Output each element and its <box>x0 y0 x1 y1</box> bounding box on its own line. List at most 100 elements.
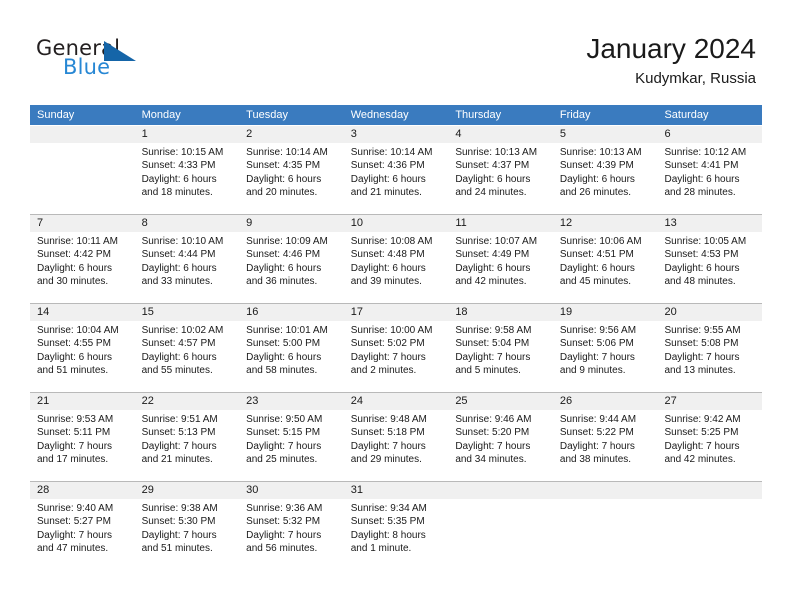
day-cell[interactable]: 11 Sunrise: 10:07 AM Sunset: 4:49 PM Daylig… <box>448 215 553 303</box>
sunset-time: Sunset: 5:04 PM <box>455 338 530 350</box>
day-number: 7 <box>30 215 135 232</box>
day-details: Sunrise: 9:34 AM Sunset: 5:35 PM Daylight:… <box>344 499 449 556</box>
sunrise-time: Sunrise: 10:04 AM <box>37 325 119 336</box>
day-cell[interactable]: 20 Sunrise: 9:55 AM Sunset: 5:08 PM Dayligh… <box>657 304 763 392</box>
day-cell[interactable]: 17 Sunrise: 10:00 AM Sunset: 5:02 PM Daylig… <box>343 304 449 392</box>
day-cell[interactable]: 15 Sunrise: 10:02 AM Sunset: 4:57 PM Daylig… <box>134 304 240 392</box>
day-details: Sunrise: 9:50 AM Sunset: 5:15 PM Daylight:… <box>239 410 344 467</box>
title-block: January 2024 Kudymkar, Russia <box>586 32 756 90</box>
daylight-duration-line1: Daylight: 7 hours <box>455 440 531 452</box>
day-details: Sunrise: 9:51 AM Sunset: 5:13 PM Daylight:… <box>135 410 240 467</box>
daylight-duration-line1: Daylight: 6 hours <box>559 173 635 185</box>
daylight-duration-line2: and 13 minutes. <box>664 365 736 377</box>
daylight-duration-line2: and 21 minutes. <box>350 187 422 199</box>
sunset-time: Sunset: 4:37 PM <box>455 160 530 172</box>
day-number: 10 <box>343 215 449 232</box>
day-cell[interactable]: 29 Sunrise: 9:38 AM Sunset: 5:30 PM Dayligh… <box>134 482 240 570</box>
day-number <box>30 126 135 143</box>
page-subtitle: Kudymkar, Russia <box>635 70 756 87</box>
day-cell[interactable]: 23 Sunrise: 9:50 AM Sunset: 5:15 PM Dayligh… <box>239 393 344 481</box>
sunrise-time: Sunrise: 9:48 AM <box>350 414 427 425</box>
day-details: Sunrise: 10:05 AM Sunset: 4:53 PM Daylight… <box>657 232 762 289</box>
page-title: January 2024 <box>586 33 756 64</box>
daylight-duration-line1: Daylight: 7 hours <box>664 440 740 452</box>
sunset-time: Sunset: 4:39 PM <box>559 160 634 172</box>
day-cell[interactable]: 9 Sunrise: 10:09 AM Sunset: 4:46 PM Dayligh… <box>239 215 344 303</box>
day-cell[interactable]: 6 Sunrise: 10:12 AM Sunset: 4:41 PM Dayligh… <box>657 126 763 214</box>
page-header: General Blue January 2024 Kudymkar, Russ… <box>0 0 792 104</box>
day-cell[interactable]: 25 Sunrise: 9:46 AM Sunset: 5:20 PM Dayligh… <box>448 393 553 481</box>
day-number: 3 <box>343 126 449 143</box>
day-cell[interactable]: 7 Sunrise: 10:11 AM Sunset: 4:42 PM Dayligh… <box>30 215 135 303</box>
sunrise-time: Sunrise: 9:44 AM <box>559 414 637 425</box>
day-cell[interactable]: 2 Sunrise: 10:14 AM Sunset: 4:35 PM Dayligh… <box>239 126 344 214</box>
day-cell[interactable]: 24 Sunrise: 9:48 AM Sunset: 5:18 PM Dayligh… <box>343 393 449 481</box>
generalblue-logo[interactable]: General Blue <box>36 36 176 88</box>
day-cell[interactable]: 18 Sunrise: 9:58 AM Sunset: 5:04 PM Dayligh… <box>448 304 553 392</box>
day-cell[interactable]: 22 Sunrise: 9:51 AM Sunset: 5:13 PM Dayligh… <box>134 393 240 481</box>
daylight-duration-line1: Daylight: 6 hours <box>350 262 426 274</box>
sunset-time: Sunset: 5:08 PM <box>664 338 739 350</box>
day-number: 14 <box>30 304 135 321</box>
day-cell[interactable]: 4 Sunrise: 10:13 AM Sunset: 4:37 PM Dayligh… <box>448 126 553 214</box>
day-cell[interactable]: 10 Sunrise: 10:08 AM Sunset: 4:48 PM Daylig… <box>343 215 449 303</box>
day-cell[interactable]: 21 Sunrise: 9:53 AM Sunset: 5:11 PM Dayligh… <box>30 393 135 481</box>
daylight-duration-line1: Daylight: 7 hours <box>141 529 217 541</box>
daylight-duration-line1: Daylight: 7 hours <box>350 351 426 363</box>
sunrise-time: Sunrise: 10:01 AM <box>246 325 328 336</box>
sunset-time: Sunset: 5:02 PM <box>350 338 425 350</box>
day-details: Sunrise: 9:38 AM Sunset: 5:30 PM Daylight:… <box>135 499 240 556</box>
daylight-duration-line1: Daylight: 6 hours <box>246 262 322 274</box>
day-details: Sunrise: 9:40 AM Sunset: 5:27 PM Daylight:… <box>30 499 135 556</box>
day-cell[interactable]: 13 Sunrise: 10:05 AM Sunset: 4:53 PM Daylig… <box>657 215 763 303</box>
day-number: 28 <box>30 482 135 499</box>
daylight-duration-line1: Daylight: 6 hours <box>559 262 635 274</box>
day-details: Sunrise: 9:53 AM Sunset: 5:11 PM Daylight:… <box>30 410 135 467</box>
day-cell[interactable]: 27 Sunrise: 9:42 AM Sunset: 5:25 PM Dayligh… <box>657 393 763 481</box>
day-cell[interactable]: 26 Sunrise: 9:44 AM Sunset: 5:22 PM Dayligh… <box>552 393 658 481</box>
day-cell[interactable]: 31 Sunrise: 9:34 AM Sunset: 5:35 PM Dayligh… <box>343 482 449 570</box>
sunrise-time: Sunrise: 10:13 AM <box>455 147 538 158</box>
day-cell[interactable]: 8 Sunrise: 10:10 AM Sunset: 4:44 PM Dayligh… <box>134 215 240 303</box>
daylight-duration-line1: Daylight: 7 hours <box>455 351 531 363</box>
day-cell[interactable]: 28 Sunrise: 9:40 AM Sunset: 5:27 PM Dayligh… <box>30 482 135 570</box>
daylight-duration-line2: and 26 minutes. <box>559 187 632 199</box>
day-cell[interactable]: 14 Sunrise: 10:04 AM Sunset: 4:55 PM Daylig… <box>30 304 135 392</box>
day-details: Sunrise: 9:58 AM Sunset: 5:04 PM Daylight:… <box>448 321 553 378</box>
day-number: 2 <box>239 126 344 143</box>
daylight-duration-line2: and 5 minutes. <box>455 365 521 377</box>
day-cell[interactable]: 12 Sunrise: 10:06 AM Sunset: 4:51 PM Daylig… <box>552 215 658 303</box>
daylight-duration-line1: Daylight: 6 hours <box>37 262 113 274</box>
day-number: 22 <box>134 393 240 410</box>
day-number: 6 <box>657 126 763 143</box>
weekday-tuesday: Tuesday <box>246 109 288 121</box>
calendar-weeks: 1 Sunrise: 10:15 AM Sunset: 4:33 PM Dayligh… <box>30 125 763 570</box>
day-cell[interactable]: 16 Sunrise: 10:01 AM Sunset: 5:00 PM Daylig… <box>239 304 344 392</box>
day-details: Sunrise: 10:06 AM Sunset: 4:51 PM Daylight… <box>553 232 658 289</box>
sunrise-time: Sunrise: 10:13 AM <box>559 147 642 158</box>
day-cell[interactable]: 1 Sunrise: 10:15 AM Sunset: 4:33 PM Dayligh… <box>134 126 240 214</box>
sunrise-time: Sunrise: 10:11 AM <box>37 236 118 247</box>
day-number: 27 <box>657 393 763 410</box>
day-details: Sunrise: 10:13 AM Sunset: 4:39 PM Daylight… <box>553 143 658 200</box>
day-cell[interactable]: 5 Sunrise: 10:13 AM Sunset: 4:39 PM Dayligh… <box>552 126 658 214</box>
sunrise-time: Sunrise: 9:38 AM <box>141 503 218 514</box>
day-cell[interactable]: 3 Sunrise: 10:14 AM Sunset: 4:36 PM Dayligh… <box>343 126 449 214</box>
day-number: 31 <box>343 482 449 499</box>
daylight-duration-line2: and 38 minutes. <box>559 454 632 466</box>
day-cell[interactable]: 30 Sunrise: 9:36 AM Sunset: 5:32 PM Dayligh… <box>239 482 344 570</box>
sunrise-time: Sunrise: 9:34 AM <box>350 503 427 514</box>
day-number: 4 <box>448 126 553 143</box>
sunset-time: Sunset: 5:00 PM <box>246 338 321 350</box>
daylight-duration-line2: and 20 minutes. <box>246 187 318 199</box>
daylight-duration-line2: and 17 minutes. <box>37 454 109 466</box>
daylight-duration-line1: Daylight: 6 hours <box>246 351 322 363</box>
sunset-time: Sunset: 4:42 PM <box>37 249 111 261</box>
daylight-duration-line1: Daylight: 6 hours <box>141 262 217 274</box>
sunrise-time: Sunrise: 9:50 AM <box>246 414 323 425</box>
day-number: 23 <box>239 393 344 410</box>
daylight-duration-line1: Daylight: 7 hours <box>246 529 322 541</box>
daylight-duration-line2: and 51 minutes. <box>141 543 213 555</box>
day-cell[interactable]: 19 Sunrise: 9:56 AM Sunset: 5:06 PM Dayligh… <box>552 304 658 392</box>
sunset-time: Sunset: 5:15 PM <box>246 427 321 439</box>
